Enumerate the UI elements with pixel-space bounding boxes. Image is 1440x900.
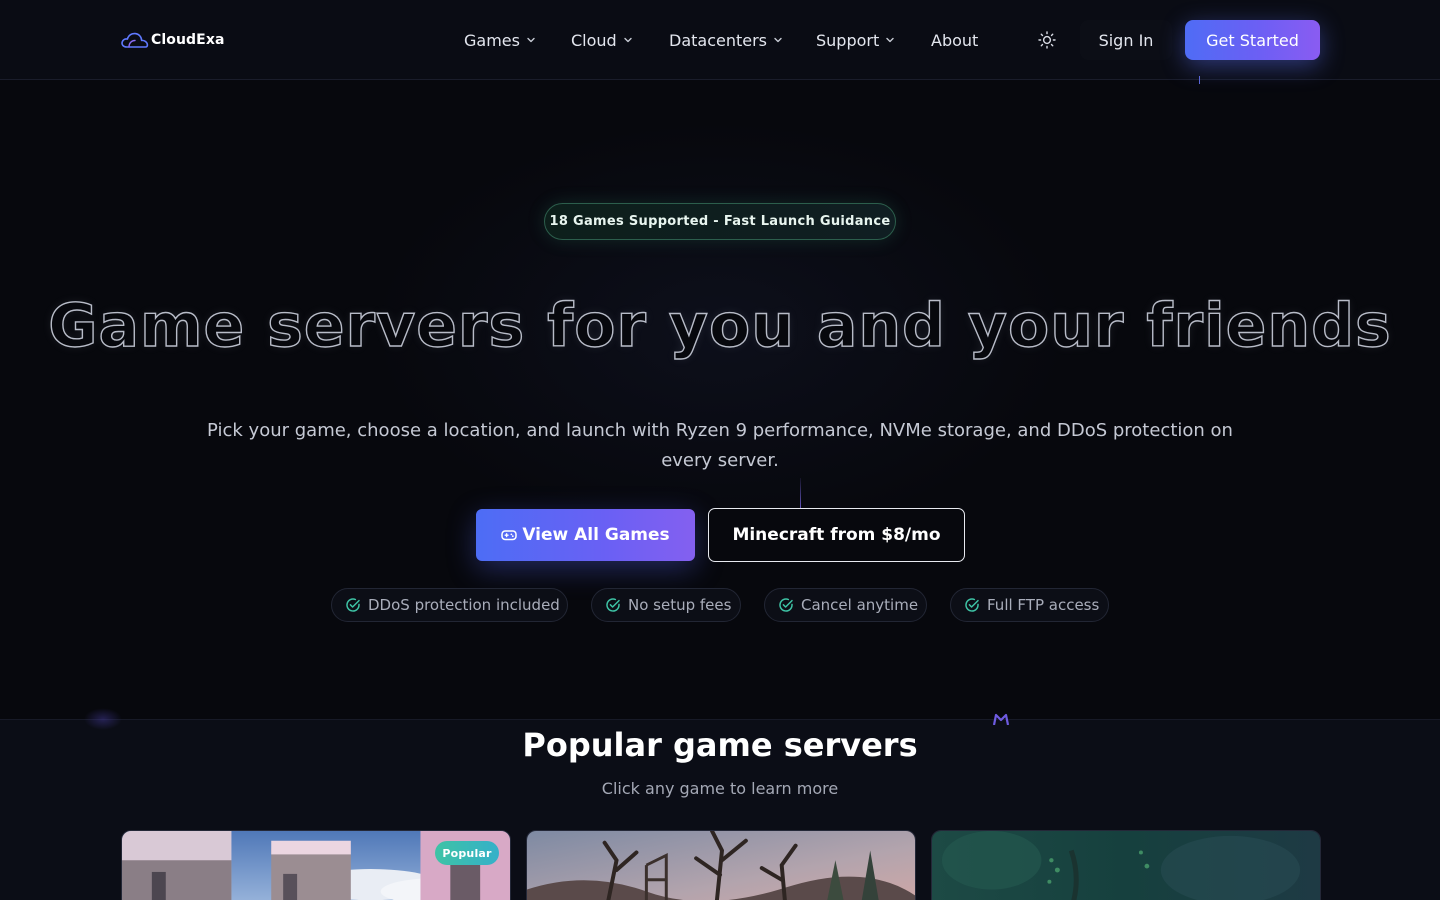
chevron-down-icon: [886, 37, 894, 43]
popular-section-subtitle: Click any game to learn more: [601, 779, 839, 798]
cloud-logo-icon: [121, 32, 149, 48]
game-card[interactable]: [526, 830, 916, 900]
view-all-games-button[interactable]: View All Games: [476, 509, 695, 561]
minecraft-pricing-button[interactable]: Minecraft from $8/mo: [708, 508, 965, 562]
feature-no-setup: No setup fees: [591, 588, 741, 622]
game-card-image: [932, 831, 1320, 900]
feature-label: DDoS protection included: [368, 596, 560, 614]
nav-cloud[interactable]: Cloud: [571, 29, 633, 51]
check-circle-icon: [779, 598, 793, 612]
nav-datacenters-label: Datacenters: [669, 30, 768, 50]
decorative-spark: [1199, 76, 1200, 84]
game-card[interactable]: [931, 830, 1321, 900]
top-navbar: CloudExa Games Cloud Datacenters Support…: [0, 0, 1440, 80]
feature-ddos: DDoS protection included: [331, 588, 568, 622]
view-all-games-label: View All Games: [522, 525, 670, 545]
check-circle-icon: [606, 598, 620, 612]
decorative-line: [800, 478, 801, 510]
page: CloudExa Games Cloud Datacenters Support…: [0, 0, 1440, 900]
popular-badge: Popular: [435, 841, 499, 865]
nav-games-label: Games: [464, 30, 520, 50]
check-circle-icon: [965, 598, 979, 612]
sign-in-button[interactable]: Sign In: [1080, 20, 1172, 60]
games-supported-pill: 18 Games Supported - Fast Launch Guidanc…: [544, 203, 896, 240]
brand-name: CloudExa: [151, 32, 225, 48]
feature-label: No setup fees: [628, 596, 732, 614]
popular-section-title: Popular game servers: [522, 726, 918, 764]
check-circle-icon: [346, 598, 360, 612]
chevron-down-icon: [527, 37, 535, 43]
nav-about[interactable]: About: [931, 29, 978, 51]
nav-support-label: Support: [816, 30, 880, 50]
nav-about-label: About: [931, 30, 979, 50]
get-started-button[interactable]: Get Started: [1185, 20, 1320, 60]
gamepad-icon: [501, 530, 518, 541]
feature-label: Full FTP access: [987, 596, 1100, 614]
hero-headline: Game servers for you and your friends: [48, 290, 1392, 361]
chevron-down-icon: [624, 37, 632, 43]
feature-label: Cancel anytime: [801, 596, 919, 614]
theme-toggle-button[interactable]: [1036, 29, 1058, 51]
nav-support[interactable]: Support: [816, 29, 895, 51]
brand-logo[interactable]: CloudExa: [120, 30, 225, 50]
nav-games[interactable]: Games: [464, 29, 536, 51]
nav-cloud-label: Cloud: [571, 30, 617, 50]
nav-datacenters[interactable]: Datacenters: [669, 29, 783, 51]
feature-ftp: Full FTP access: [950, 588, 1109, 622]
feature-cancel: Cancel anytime: [764, 588, 927, 622]
game-card-image: [527, 831, 915, 900]
sun-icon: [1038, 31, 1056, 49]
chevron-down-icon: [774, 37, 782, 43]
hero-subtitle: Pick your game, choose a location, and l…: [207, 420, 1233, 471]
